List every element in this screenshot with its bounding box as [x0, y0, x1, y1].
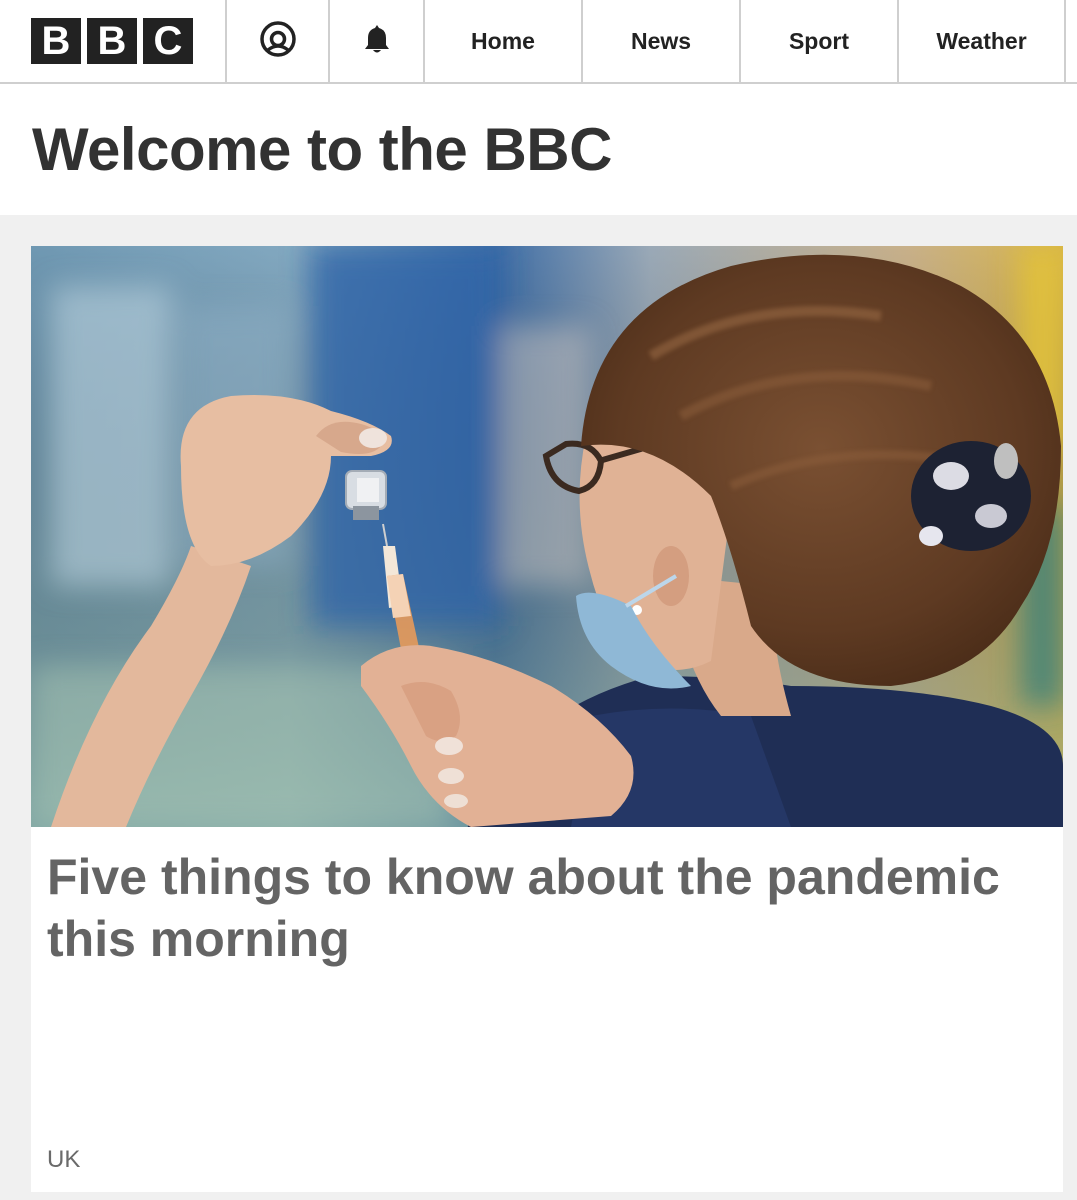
bbc-logo-letter: B	[87, 18, 137, 64]
nav-sport-link[interactable]: Sport	[789, 28, 849, 55]
promo-headline[interactable]: Five things to know about the pandemic t…	[47, 846, 1027, 970]
nav-item-sport[interactable]: Sport	[741, 0, 899, 82]
nav-item-weather[interactable]: Weather	[899, 0, 1066, 82]
bbc-logo-letter: C	[143, 18, 193, 64]
nav-item-home[interactable]: Home	[425, 0, 583, 82]
bell-icon	[362, 23, 392, 60]
bbc-logo-letter: B	[31, 18, 81, 64]
promo-section-tag[interactable]: UK	[47, 1146, 80, 1174]
nav-weather-link[interactable]: Weather	[936, 28, 1026, 55]
nav-overflow	[1066, 0, 1077, 82]
global-navigation: B B C Home News Sport Weather	[0, 0, 1077, 84]
bbc-logo-link[interactable]: B B C	[0, 0, 227, 82]
nav-item-news[interactable]: News	[583, 0, 741, 82]
nav-news-link[interactable]: News	[631, 28, 691, 55]
nav-home-link[interactable]: Home	[471, 28, 535, 55]
promo-card[interactable]: Five things to know about the pandemic t…	[31, 246, 1063, 1192]
notifications-button[interactable]	[330, 0, 425, 82]
account-icon	[259, 20, 297, 63]
account-button[interactable]	[227, 0, 330, 82]
promo-image[interactable]	[31, 246, 1063, 827]
welcome-banner: Welcome to the BBC	[0, 84, 1077, 215]
page-title: Welcome to the BBC	[32, 116, 612, 183]
bbc-logo: B B C	[31, 18, 193, 64]
